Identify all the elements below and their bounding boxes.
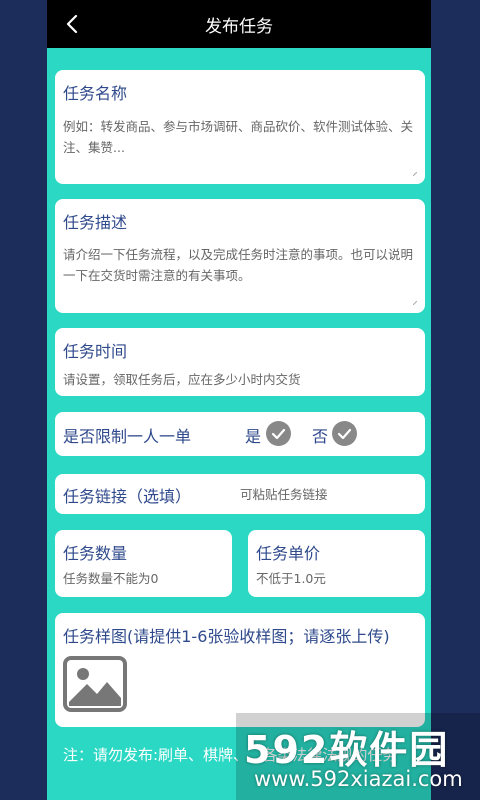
resize-handle-icon — [413, 172, 417, 176]
app-screen: 发布任务 任务名称 例如：转发商品、参与市场调研、商品砍价、软件测试体验、关注、… — [47, 0, 431, 800]
image-upload-icon[interactable] — [63, 656, 127, 712]
watermark-url: www.592xiazai.com — [254, 767, 463, 791]
check-icon — [271, 428, 286, 440]
watermark-brand: 592软件园 — [244, 728, 450, 772]
limit-yes-label[interactable]: 是 — [245, 423, 261, 447]
limit-no-checkbox[interactable] — [332, 421, 357, 446]
watermark: 592软件园 www.592xiazai.com — [236, 713, 480, 800]
resize-handle-icon — [413, 301, 417, 305]
task-qty-card: 任务数量 任务数量不能为0 — [55, 530, 232, 597]
task-price-label: 任务单价 — [256, 544, 321, 563]
limit-card: 是否限制一人一单 是 否 — [55, 412, 425, 456]
task-price-card: 任务单价 不低于1.0元 — [248, 530, 425, 597]
task-price-input[interactable]: 不低于1.0元 — [256, 568, 326, 589]
task-desc-input[interactable]: 请介绍一下任务流程，以及完成任务时注意的事项。也可以说明一下在交货时需注意的有关… — [63, 244, 415, 286]
task-link-input[interactable]: 可粘贴任务链接 — [240, 484, 328, 505]
check-icon — [337, 428, 352, 440]
title-bar: 发布任务 — [47, 0, 431, 48]
back-arrow-icon[interactable] — [61, 12, 85, 36]
task-qty-label: 任务数量 — [63, 544, 128, 563]
page-title: 发布任务 — [205, 16, 273, 37]
task-desc-card: 任务描述 请介绍一下任务流程，以及完成任务时注意的事项。也可以说明一下在交货时需… — [55, 199, 425, 313]
task-time-card: 任务时间 请设置，领取任务后，应在多少小时内交货 — [55, 328, 425, 396]
task-qty-input[interactable]: 任务数量不能为0 — [63, 568, 158, 589]
sample-card: 任务样图(请提供1-6张验收样图；请逐张上传) — [55, 613, 425, 727]
sample-label: 任务样图(请提供1-6张验收样图；请逐张上传) — [63, 627, 390, 646]
limit-label: 是否限制一人一单 — [63, 427, 192, 446]
task-name-card: 任务名称 例如：转发商品、参与市场调研、商品砍价、软件测试体验、关注、集赞... — [55, 70, 425, 184]
limit-yes-checkbox[interactable] — [266, 421, 291, 446]
limit-no-label[interactable]: 否 — [312, 423, 328, 447]
task-link-label: 任务链接（选填） — [63, 487, 192, 506]
task-time-input[interactable]: 请设置，领取任务后，应在多少小时内交货 — [63, 369, 415, 390]
task-link-card: 任务链接（选填） 可粘贴任务链接 — [55, 474, 425, 514]
task-desc-label: 任务描述 — [63, 213, 128, 232]
task-name-input[interactable]: 例如：转发商品、参与市场调研、商品砍价、软件测试体验、关注、集赞... — [63, 116, 413, 158]
task-name-label: 任务名称 — [63, 84, 128, 103]
task-time-label: 任务时间 — [63, 342, 128, 361]
